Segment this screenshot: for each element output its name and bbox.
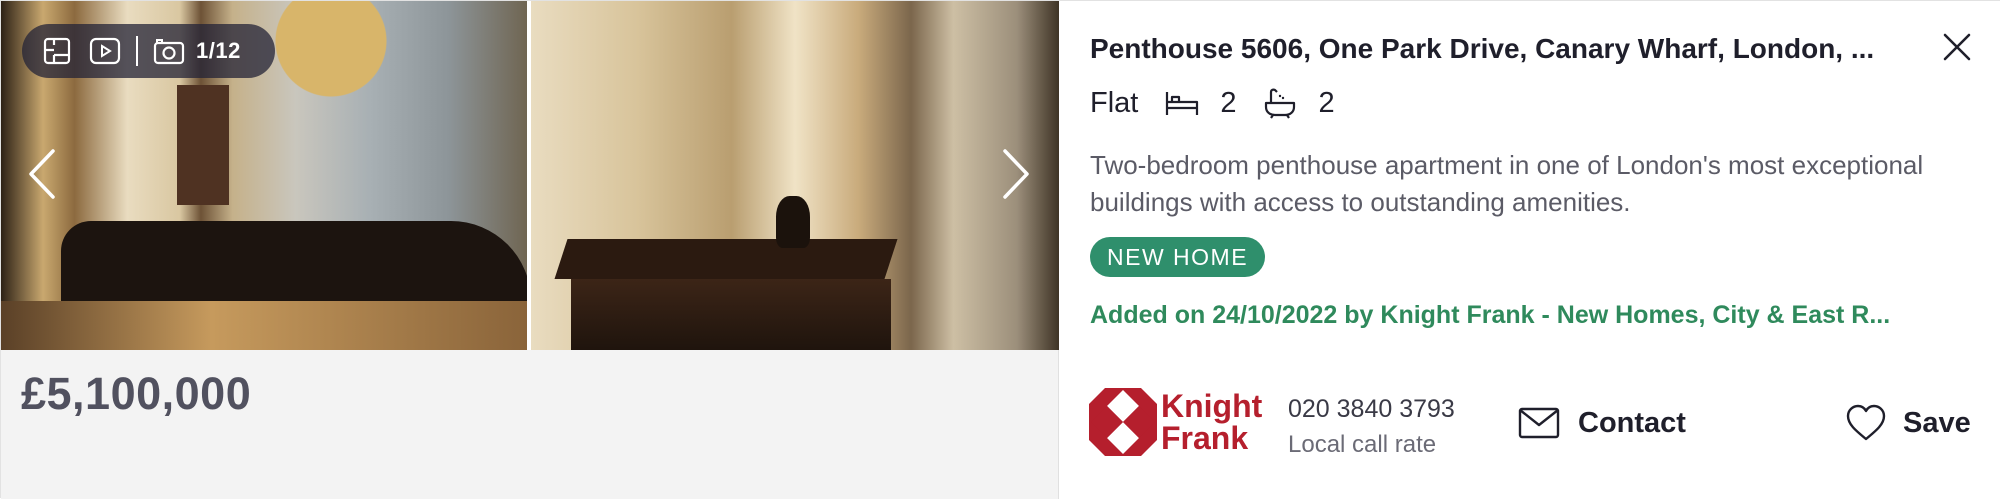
photo-detail-floor [1,301,527,350]
floorplan-icon[interactable] [40,34,74,68]
save-button[interactable]: Save [1845,403,1971,443]
prev-photo-button[interactable] [17,141,67,211]
photo-detail-table [554,239,898,279]
chevron-left-icon [27,148,57,205]
property-meta: Flat 2 2 [1090,83,1361,123]
video-icon[interactable] [88,34,122,68]
added-info: Added on 24/10/2022 by Knight Frank - Ne… [1090,301,1891,329]
property-listing-card[interactable]: 1/12 £5,100,000 Penthouse 5606, One Park… [0,0,2000,499]
close-icon [1942,32,1972,67]
bed-icon [1164,85,1200,121]
agent-logo-text: Knight Frank [1161,390,1262,454]
contact-button[interactable]: Contact [1518,403,1686,443]
bedroom-count: 2 [1220,86,1237,119]
agent-phone[interactable]: 020 3840 3793 [1288,395,1455,424]
photo-counter: 1/12 [196,38,241,63]
close-button[interactable] [1937,29,1977,69]
photo-detail-artwork [177,85,229,205]
agent-logo[interactable]: Knight Frank [1089,387,1262,457]
agent-logo-line1: Knight [1161,388,1263,424]
envelope-icon [1518,406,1560,440]
listing-details: Penthouse 5606, One Park Drive, Canary W… [1059,1,2000,499]
chevron-right-icon [1001,148,1031,205]
agent-phone-note: Local call rate [1288,431,1437,458]
contact-label: Contact [1578,406,1686,439]
heart-icon [1845,404,1887,442]
agent-logo-mark [1089,388,1157,456]
agent-logo-line2: Frank [1161,420,1249,456]
listing-description: Two-bedroom penthouse apartment in one o… [1090,150,1924,217]
property-type: Flat [1090,86,1139,119]
bathroom-count: 2 [1318,86,1335,119]
bath-icon [1262,85,1298,121]
media-toolbar: 1/12 [22,24,275,78]
listing-title[interactable]: Penthouse 5606, One Park Drive, Canary W… [1090,33,1920,65]
photo-detail-table-base [571,279,891,350]
save-label: Save [1903,406,1971,439]
toolbar-separator [136,36,138,66]
next-photo-button[interactable] [991,141,1041,211]
camera-icon[interactable] [152,34,186,68]
status-badge: NEW HOME [1090,237,1266,277]
listing-photo-dining-room[interactable] [531,1,1059,350]
photo-detail-vase [776,196,810,248]
listing-price: £5,100,000 [21,368,252,419]
listing-media: 1/12 £5,100,000 [1,1,1059,499]
